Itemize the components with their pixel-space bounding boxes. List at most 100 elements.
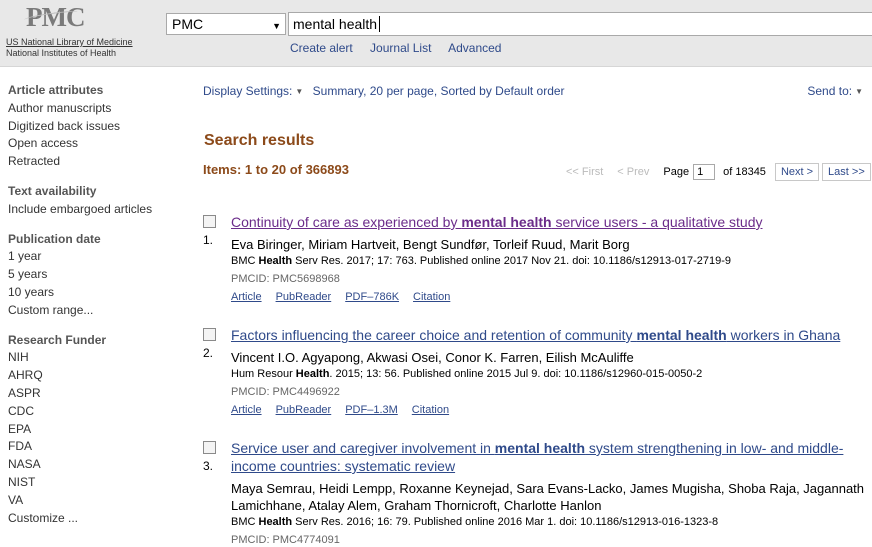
header-links: Create alert Journal List Advanced xyxy=(290,41,515,55)
filter-item[interactable]: NASA xyxy=(8,456,188,474)
journal-highlight: Health xyxy=(258,516,293,528)
result-title-link[interactable]: Service user and caregiver involvement i… xyxy=(231,439,865,475)
journal-text: BMC xyxy=(231,255,259,267)
search-input-value: mental health xyxy=(293,16,378,32)
filter-group-gap xyxy=(8,219,188,231)
filter-item[interactable]: NIH xyxy=(8,349,188,367)
filter-item[interactable]: Open access xyxy=(8,135,188,153)
filter-group-title: Article attributes xyxy=(8,83,104,97)
first-page-link[interactable]: << First xyxy=(566,166,603,178)
dropdown-arrow-icon: ▼ xyxy=(855,87,863,96)
prev-page-link[interactable]: < Prev xyxy=(617,166,649,178)
journal-citation: Serv Res. 2016; 16: 79. Published online… xyxy=(292,516,719,528)
filter-item[interactable]: AHRQ xyxy=(8,367,188,385)
result-links: Article PubReader PDF–1.3M Citation xyxy=(231,403,865,417)
result-checkbox[interactable] xyxy=(203,215,216,228)
filter-item[interactable]: VA xyxy=(8,492,188,510)
result-pmcid: PMCID: PMC5698968 xyxy=(231,273,340,285)
journal-highlight: Health xyxy=(295,368,330,380)
filter-group-title: Research Funder xyxy=(8,332,107,347)
dropdown-arrow-icon: ▼ xyxy=(295,87,304,96)
filter-item[interactable]: Include embargoed articles xyxy=(8,201,188,219)
send-to-menu[interactable]: Send to: ▼ xyxy=(807,84,863,98)
result-title-link[interactable]: Continuity of care as experienced by men… xyxy=(231,213,865,231)
result-title-highlight: mental health xyxy=(461,214,552,230)
last-page-button[interactable]: Last >> xyxy=(822,163,871,181)
article-link[interactable]: Article xyxy=(231,404,262,416)
result-title-highlight: mental health xyxy=(636,327,727,343)
database-select-value: PMC xyxy=(172,16,204,32)
page-label: Page xyxy=(663,166,690,178)
result-source: BMC Health Serv Res. 2017; 17: 763. Publ… xyxy=(231,254,865,268)
advanced-search-link[interactable]: Advanced xyxy=(448,41,501,55)
journal-text: Hum Resour xyxy=(231,368,296,380)
items-count: Items: 1 to 20 of 366893 xyxy=(203,162,349,177)
filter-item[interactable]: Custom range... xyxy=(8,302,188,320)
result-checkbox[interactable] xyxy=(203,328,216,341)
result-pmcid: PMCID: PMC4496922 xyxy=(231,386,340,398)
pubreader-link[interactable]: PubReader xyxy=(276,404,332,416)
result-authors: Vincent I.O. Agyapong, Akwasi Osei, Cono… xyxy=(231,350,634,365)
display-settings-menu[interactable]: Display Settings: ▼ xyxy=(203,84,303,98)
pagination: << First < Prev Page 1 of 18345 Next > L… xyxy=(566,162,871,182)
result-title-text: Continuity of care as experienced by xyxy=(231,214,462,230)
result-number: 1. xyxy=(203,233,214,247)
search-input[interactable]: mental health xyxy=(288,12,872,36)
result-checkbox[interactable] xyxy=(203,441,216,454)
filter-item[interactable]: Retracted xyxy=(8,153,188,171)
journal-citation: . 2015; 13: 56. Published online 2015 Ju… xyxy=(329,368,703,380)
display-settings-bar: Display Settings: ▼ Summary, 20 per page,… xyxy=(203,84,863,98)
database-select[interactable]: PMC ▼ xyxy=(166,13,286,35)
text-caret xyxy=(379,16,381,32)
result-source: Hum Resour Health. 2015; 13: 56. Publish… xyxy=(231,367,865,381)
result-body: Service user and caregiver involvement i… xyxy=(231,439,865,547)
result-authors: Eva Biringer, Miriam Hartveit, Bengt Sun… xyxy=(231,237,630,252)
citation-link[interactable]: Citation xyxy=(412,404,449,416)
next-page-button[interactable]: Next > xyxy=(774,163,820,181)
journal-highlight: Health xyxy=(258,255,293,267)
pdf-link[interactable]: PDF–1.3M xyxy=(345,404,398,416)
page-title: Search results xyxy=(204,132,315,149)
nih-label: National Institutes of Health xyxy=(6,48,117,58)
nlm-link[interactable]: US National Library of Medicine xyxy=(6,37,146,48)
filter-item[interactable]: NIST xyxy=(8,474,188,492)
pmc-logo-mark: PMC xyxy=(26,3,146,31)
filter-group-gap xyxy=(8,320,188,332)
result-title-highlight: mental health xyxy=(494,440,586,456)
total-pages: of 18345 xyxy=(723,166,766,178)
create-alert-link[interactable]: Create alert xyxy=(290,41,353,55)
filter-item[interactable]: ASPR xyxy=(8,385,188,403)
result-source: BMC Health Serv Res. 2016; 16: 79. Publi… xyxy=(231,515,865,529)
article-link[interactable]: Article xyxy=(231,291,262,303)
result-authors: Maya Semrau, Heidi Lempp, Roxanne Keynej… xyxy=(231,481,865,513)
filter-sidebar: Article attributes Author manuscripts Digi… xyxy=(8,82,188,527)
display-summary[interactable]: Summary, 20 per page, Sorted by Default … xyxy=(313,84,565,98)
filter-item[interactable]: CDC xyxy=(8,403,188,421)
filter-item[interactable]: 10 years xyxy=(8,284,188,302)
result-links: Article PubReader PDF–786K Citation xyxy=(231,290,865,304)
result-title-text: Service user and caregiver involvement i… xyxy=(231,440,495,456)
result-number: 3. xyxy=(203,459,214,473)
result-title-link[interactable]: Factors influencing the career choice an… xyxy=(231,326,865,344)
header-bar: PMC US National Library of Medicine Nati… xyxy=(0,0,872,67)
filter-group-gap xyxy=(8,171,188,183)
journal-list-link[interactable]: Journal List xyxy=(370,41,431,55)
filter-item[interactable]: Customize ... xyxy=(8,510,188,528)
filter-item[interactable]: 5 years xyxy=(8,266,188,284)
filter-item[interactable]: EPA xyxy=(8,421,188,439)
pmc-logo[interactable]: PMC US National Library of Medicine Nati… xyxy=(6,3,146,58)
filter-item[interactable]: Digitized back issues xyxy=(8,118,188,136)
page-number-input[interactable]: 1 xyxy=(693,164,716,180)
pdf-link[interactable]: PDF–786K xyxy=(345,291,399,303)
filter-item[interactable]: FDA xyxy=(8,438,188,456)
journal-text: BMC xyxy=(231,516,259,528)
citation-link[interactable]: Citation xyxy=(413,291,450,303)
pubreader-link[interactable]: PubReader xyxy=(276,291,332,303)
filter-group-title: Text availability xyxy=(8,183,97,198)
send-to-label: Send to: xyxy=(807,84,853,98)
filter-item[interactable]: 1 year xyxy=(8,248,188,266)
display-settings-label: Display Settings: xyxy=(203,84,293,98)
filter-item[interactable]: Author manuscripts xyxy=(8,100,188,118)
result-body: Factors influencing the career choice an… xyxy=(231,326,865,417)
dropdown-arrow-icon: ▼ xyxy=(272,21,281,31)
